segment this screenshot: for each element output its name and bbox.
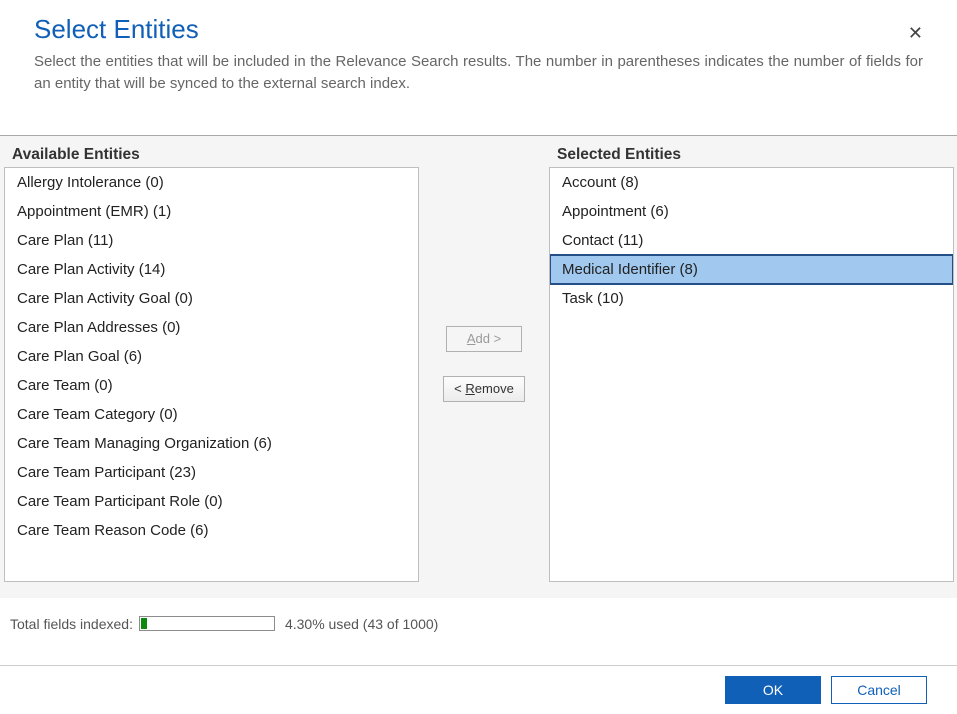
- list-item[interactable]: Care Plan Goal (6): [5, 342, 418, 371]
- status-usage: 4.30% used (43 of 1000): [285, 616, 438, 632]
- status-row: Total fields indexed: 4.30% used (43 of …: [0, 598, 957, 632]
- list-item[interactable]: Care Team Participant Role (0): [5, 487, 418, 516]
- list-item[interactable]: Care Plan Activity (14): [5, 255, 418, 284]
- progress-bar: [139, 616, 275, 631]
- list-item[interactable]: Task (10): [550, 284, 953, 313]
- add-button[interactable]: Add >: [446, 326, 522, 352]
- list-item[interactable]: Care Team (0): [5, 371, 418, 400]
- available-column: Available Entities Allergy Intolerance (…: [4, 146, 419, 582]
- dialog-footer: OK Cancel: [0, 665, 957, 714]
- status-label: Total fields indexed:: [10, 616, 133, 632]
- selected-column: Selected Entities Account (8)Appointment…: [549, 146, 954, 582]
- cancel-button[interactable]: Cancel: [831, 676, 927, 704]
- select-entities-dialog: Select Entities Select the entities that…: [0, 0, 957, 714]
- close-icon[interactable]: ✕: [908, 24, 923, 42]
- list-item[interactable]: Care Team Managing Organization (6): [5, 429, 418, 458]
- selected-header: Selected Entities: [549, 146, 954, 167]
- ok-button[interactable]: OK: [725, 676, 821, 704]
- list-item[interactable]: Medical Identifier (8): [549, 254, 954, 285]
- list-item[interactable]: Care Team Reason Code (6): [5, 516, 418, 545]
- list-item[interactable]: Care Team Participant (23): [5, 458, 418, 487]
- list-item[interactable]: Care Plan (11): [5, 226, 418, 255]
- transfer-buttons: Add > < Remove: [419, 146, 549, 582]
- list-item[interactable]: Care Plan Activity Goal (0): [5, 284, 418, 313]
- available-listbox[interactable]: Allergy Intolerance (0)Appointment (EMR)…: [4, 167, 419, 582]
- available-header: Available Entities: [4, 146, 419, 167]
- dialog-title: Select Entities: [34, 14, 923, 45]
- list-item[interactable]: Appointment (6): [550, 197, 953, 226]
- list-item[interactable]: Appointment (EMR) (1): [5, 197, 418, 226]
- lists-area: Available Entities Allergy Intolerance (…: [0, 135, 957, 598]
- list-item[interactable]: Care Plan Addresses (0): [5, 313, 418, 342]
- dialog-description: Select the entities that will be include…: [34, 51, 923, 95]
- list-item[interactable]: Account (8): [550, 168, 953, 197]
- remove-button[interactable]: < Remove: [443, 376, 525, 402]
- selected-listbox[interactable]: Account (8)Appointment (6)Contact (11)Me…: [549, 167, 954, 582]
- dialog-header: Select Entities Select the entities that…: [0, 0, 957, 115]
- list-item[interactable]: Allergy Intolerance (0): [5, 168, 418, 197]
- list-item[interactable]: Contact (11): [550, 226, 953, 255]
- progress-fill: [141, 618, 147, 629]
- list-item[interactable]: Care Team Category (0): [5, 400, 418, 429]
